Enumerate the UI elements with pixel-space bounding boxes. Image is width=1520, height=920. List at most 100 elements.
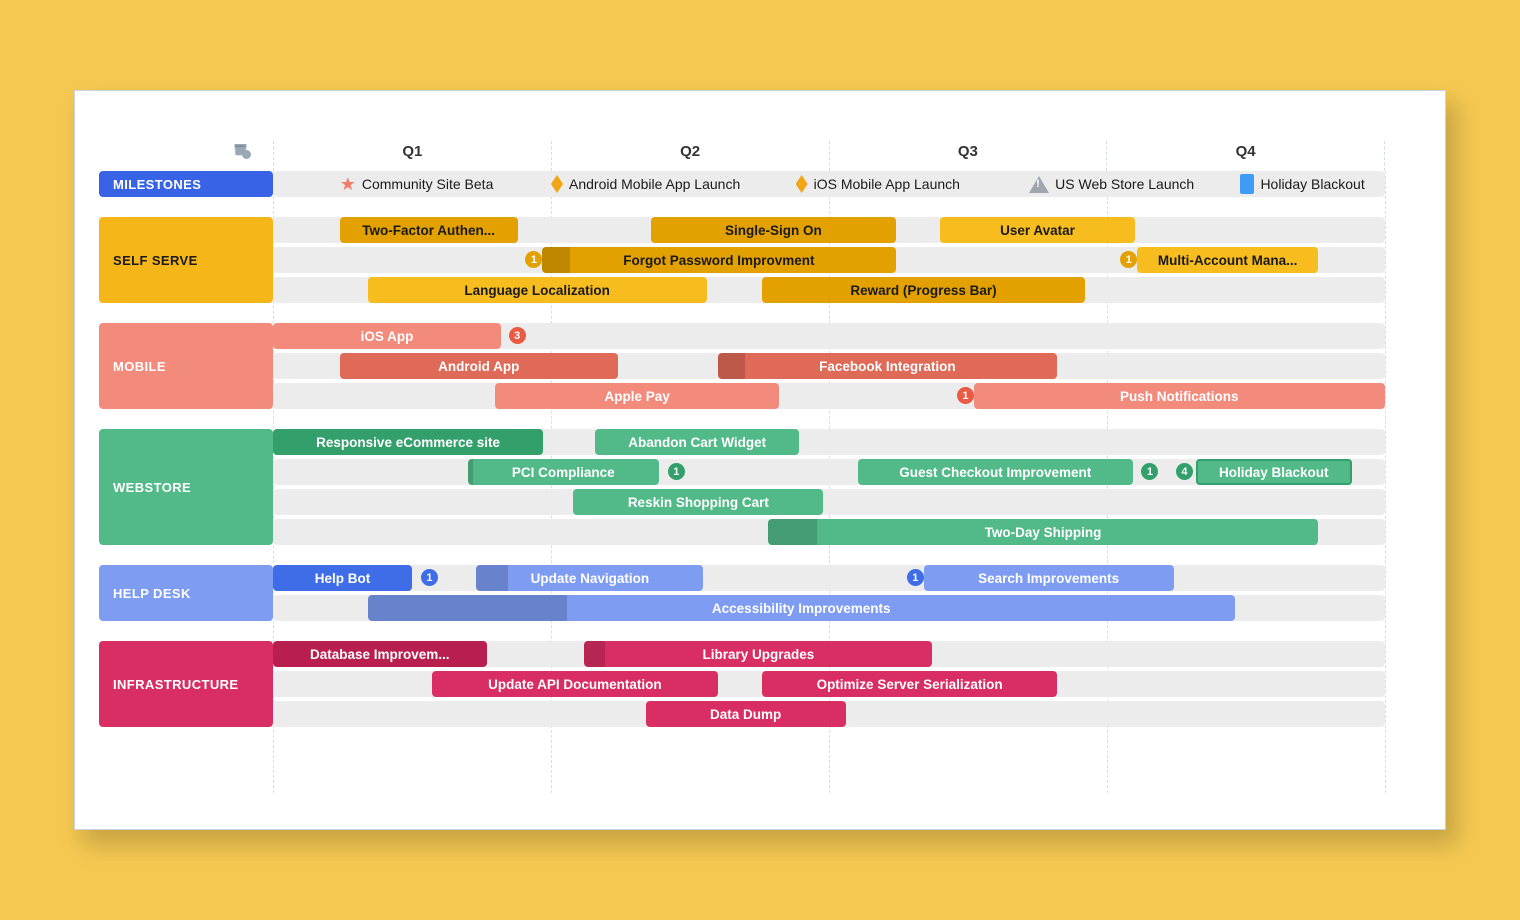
lane-label-webstore[interactable]: WEBSTORE (99, 429, 273, 545)
roadmap-bar-label: Reskin Shopping Cart (628, 495, 769, 510)
square-icon (1240, 174, 1254, 194)
roadmap-bar-label: User Avatar (1000, 223, 1075, 238)
count-badge[interactable]: 4 (1176, 463, 1193, 480)
lane-label-help-desk[interactable]: HELP DESK (99, 565, 273, 621)
milestone-label: Android Mobile App Launch (569, 176, 740, 192)
timeline-row: Android App Facebook Integration (273, 353, 1385, 379)
roadmap-bar[interactable]: Push Notifications (974, 383, 1385, 409)
roadmap-bar[interactable]: Apple Pay (495, 383, 779, 409)
timeline-row: Data Dump (273, 701, 1385, 727)
roadmap-bar-label: Update Navigation (531, 571, 650, 586)
timeline-row: Update API Documentation Optimize Server … (273, 671, 1385, 697)
roadmap-frame: MILESTONES SELF SERVE MOBILE WEBSTORE HELP D… (74, 90, 1446, 830)
roadmap-bar-label: Single-Sign On (725, 223, 822, 238)
roadmap-bar[interactable]: Optimize Server Serialization (762, 671, 1057, 697)
timeline-row: Accessibility Improvements (273, 595, 1385, 621)
roadmap-bar[interactable]: Two-Factor Authen... (340, 217, 518, 243)
timeline-row: Reskin Shopping Cart (273, 489, 1385, 515)
lane-mobile: iOS App3Android AppFacebook IntegrationA… (273, 323, 1385, 409)
timeline-tracks: Q1 Q2 Q3 Q4 ★Community Site Beta Android … (273, 141, 1385, 793)
roadmap-bar[interactable]: Library Upgrades (584, 641, 932, 667)
timeline-row: Apple Pay 1Push Notifications (273, 383, 1385, 409)
milestone-item[interactable]: iOS Mobile App Launch (796, 175, 960, 193)
count-badge[interactable]: 1 (421, 569, 438, 586)
roadmap-bar-label: iOS App (361, 329, 414, 344)
lane-label-infrastructure[interactable]: INFRASTRUCTURE (99, 641, 273, 727)
lane-self-serve: Two-Factor Authen... Single-Sign On User A… (273, 217, 1385, 303)
roadmap-bar-label: Reward (Progress Bar) (850, 283, 996, 298)
diamond-icon (796, 175, 808, 193)
lane-label-milestones[interactable]: MILESTONES (99, 171, 273, 197)
timeline-row: Help Bot 1 Update Navigation 1 Search Improv… (273, 565, 1385, 591)
milestones-row: ★Community Site Beta Android Mobile App L… (273, 171, 1385, 197)
timeline-row: Two-Factor Authen... Single-Sign On User A… (273, 217, 1385, 243)
roadmap-bar-label: Multi-Account Mana... (1158, 253, 1298, 268)
lane-label-self-serve[interactable]: SELF SERVE (99, 217, 273, 303)
roadmap-bar[interactable]: Reskin Shopping Cart (573, 489, 823, 515)
roadmap-bar[interactable]: User Avatar (940, 217, 1135, 243)
roadmap-board: MILESTONES SELF SERVE MOBILE WEBSTORE HELP D… (99, 141, 1385, 793)
roadmap-bar[interactable]: Search Improvements (924, 565, 1174, 591)
quarter-q3[interactable]: Q3 (830, 141, 1108, 171)
calendar-settings-icon[interactable] (99, 141, 273, 171)
timeline-row: 1 Forgot Password Improvment 1 Multi-Accoun… (273, 247, 1385, 273)
roadmap-bar[interactable]: Android App (340, 353, 618, 379)
roadmap-bar-label: PCI Compliance (512, 465, 615, 480)
roadmap-bar[interactable]: iOS App (273, 323, 501, 349)
roadmap-bar-label: Help Bot (315, 571, 371, 586)
diamond-icon (551, 175, 563, 193)
lane-labels-column: MILESTONES SELF SERVE MOBILE WEBSTORE HELP D… (99, 141, 273, 793)
roadmap-bar[interactable]: Responsive eCommerce site (273, 429, 543, 455)
roadmap-bar[interactable]: Database Improvem... (273, 641, 487, 667)
roadmap-bar-label: Holiday Blackout (1219, 465, 1329, 480)
milestone-label: Holiday Blackout (1260, 176, 1364, 192)
roadmap-bar[interactable]: Reward (Progress Bar) (762, 277, 1084, 303)
roadmap-bar-label: Two-Day Shipping (985, 525, 1102, 540)
roadmap-bar[interactable]: Single-Sign On (651, 217, 896, 243)
milestone-item[interactable]: US Web Store Launch (1029, 176, 1194, 193)
milestone-item[interactable]: Android Mobile App Launch (551, 175, 740, 193)
roadmap-bar-label: Abandon Cart Widget (628, 435, 766, 450)
roadmap-bar[interactable]: Guest Checkout Improvement (858, 459, 1133, 485)
roadmap-bar-label: Database Improvem... (310, 647, 450, 662)
roadmap-bar-label: Optimize Server Serialization (817, 677, 1003, 692)
roadmap-bar-label: Forgot Password Improvment (623, 253, 814, 268)
roadmap-bar[interactable]: Facebook Integration (718, 353, 1057, 379)
count-badge[interactable]: 1 (957, 387, 974, 404)
count-badge[interactable]: 1 (668, 463, 685, 480)
timeline-row: Database Improvem... Library Upgrades (273, 641, 1385, 667)
roadmap-bar[interactable]: Update API Documentation (432, 671, 718, 697)
roadmap-bar[interactable]: Update Navigation (476, 565, 703, 591)
roadmap-bar-label: Apple Pay (605, 389, 670, 404)
count-badge[interactable]: 3 (509, 327, 526, 344)
count-badge[interactable]: 1 (1120, 251, 1137, 268)
lane-help-desk: Help Bot 1 Update Navigation 1 Search Improv… (273, 565, 1385, 621)
roadmap-bar[interactable]: Forgot Password Improvment (542, 247, 896, 273)
timeline-row: iOS App 3 (273, 323, 1385, 349)
quarter-q4[interactable]: Q4 (1107, 141, 1385, 171)
roadmap-bar[interactable]: Abandon Cart Widget (595, 429, 798, 455)
milestone-item[interactable]: Holiday Blackout (1240, 174, 1364, 194)
lane-label-mobile[interactable]: MOBILE (99, 323, 273, 409)
roadmap-bar[interactable]: Data Dump (646, 701, 846, 727)
roadmap-bar-label: Search Improvements (978, 571, 1119, 586)
count-badge[interactable]: 1 (1141, 463, 1158, 480)
roadmap-bar[interactable]: Accessibility Improvements (368, 595, 1235, 621)
roadmap-bar[interactable]: Holiday Blackout (1196, 459, 1352, 485)
quarter-q1[interactable]: Q1 (274, 141, 552, 171)
roadmap-bar[interactable]: PCI Compliance (468, 459, 659, 485)
roadmap-bar[interactable]: Help Bot (273, 565, 412, 591)
roadmap-bar-label: Library Upgrades (702, 647, 814, 662)
timeline-row: PCI Compliance 1 Guest Checkout Improvemen… (273, 459, 1385, 485)
lane-infrastructure: Database Improvem... Library Upgrades Upda… (273, 641, 1385, 727)
roadmap-bar[interactable]: Two-Day Shipping (768, 519, 1318, 545)
lane-webstore: Responsive eCommerce site Abandon Cart Wi… (273, 429, 1385, 545)
timeline-row: Two-Day Shipping (273, 519, 1385, 545)
count-badge[interactable]: 1 (525, 251, 542, 268)
roadmap-bar[interactable]: Language Localization (368, 277, 707, 303)
milestone-item[interactable]: ★Community Site Beta (340, 174, 494, 195)
count-badge[interactable]: 1 (907, 569, 924, 586)
roadmap-bar-label: Accessibility Improvements (712, 601, 891, 616)
quarter-q2[interactable]: Q2 (552, 141, 830, 171)
roadmap-bar[interactable]: Multi-Account Mana... (1137, 247, 1318, 273)
